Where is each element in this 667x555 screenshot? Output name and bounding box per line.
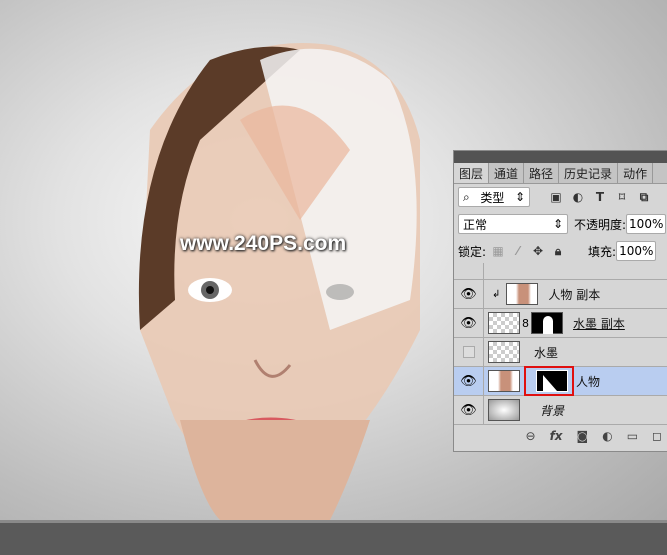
layer-mask-thumbnail[interactable]: [531, 312, 563, 334]
status-bar: [0, 520, 667, 555]
layer-name[interactable]: 水墨 副本: [573, 315, 625, 332]
tab-channels[interactable]: 通道: [489, 163, 525, 183]
layer-row[interactable]: 👁︎ 背景: [454, 396, 667, 425]
tab-actions[interactable]: 动作: [618, 163, 654, 183]
layer-row-selected[interactable]: 👁︎ 人物: [454, 366, 667, 396]
eye-icon[interactable]: 👁︎: [454, 367, 484, 395]
layer-name[interactable]: 背景: [540, 402, 564, 419]
eye-icon[interactable]: 👁︎: [454, 309, 484, 337]
layer-name[interactable]: 水墨: [534, 344, 558, 361]
layer-row-partial[interactable]: [454, 263, 667, 280]
adjustment-filter-icon[interactable]: ◐: [570, 190, 586, 204]
layers-panel: 图层 通道 路径 历史记录 动作 ⌕ 类型 ⇕ ▣ ◐ T ⌑ ⧉ 正常 ⇕ 不透明…: [453, 150, 667, 452]
layer-row[interactable]: 👁︎ 8 水墨 副本: [454, 309, 667, 338]
panel-tabs: 图层 通道 路径 历史记录 动作: [454, 163, 667, 184]
opacity-label: 不透明度:: [574, 217, 627, 232]
lock-transparent-icon[interactable]: ▦: [490, 244, 506, 258]
smart-object-filter-icon[interactable]: ⧉: [636, 190, 652, 205]
adjustment-icon[interactable]: ◐: [602, 429, 612, 443]
blend-mode-value: 正常: [463, 217, 488, 232]
layers-footer: ⊖ fx ◙ ◐ ▭ ◻: [454, 425, 667, 447]
watermark: www.240PS.com: [180, 232, 347, 255]
lock-all-icon[interactable]: 🔒︎: [550, 244, 566, 259]
blend-mode-select[interactable]: 正常 ⇕: [458, 214, 568, 234]
tab-paths[interactable]: 路径: [524, 163, 560, 183]
filter-type-select[interactable]: ⌕ 类型 ⇕: [458, 187, 530, 207]
layer-thumbnail: [506, 283, 539, 305]
lock-position-icon[interactable]: ✥: [530, 244, 546, 258]
lock-pixels-icon[interactable]: ⁄: [510, 244, 526, 258]
layer-thumbnail: [488, 399, 520, 421]
tab-history[interactable]: 历史记录: [559, 163, 619, 183]
clip-arrow-icon: ↲: [492, 288, 501, 300]
add-mask-icon[interactable]: ◙: [577, 429, 589, 443]
image-filter-icon[interactable]: ▣: [548, 190, 564, 204]
tab-layers[interactable]: 图层: [454, 163, 490, 183]
group-icon[interactable]: ▭: [627, 429, 638, 443]
layer-name[interactable]: 人物 副本: [548, 286, 600, 303]
layer-mask-thumbnail[interactable]: [536, 370, 568, 392]
fx-icon[interactable]: fx: [550, 429, 563, 443]
layer-thumbnail: [488, 312, 520, 334]
layer-name[interactable]: 人物: [576, 373, 600, 390]
layer-thumbnail: [488, 370, 520, 392]
type-filter-icon[interactable]: T: [592, 190, 608, 204]
layer-row[interactable]: 水墨: [454, 338, 667, 367]
lock-label: 锁定:: [458, 244, 487, 259]
link-icon[interactable]: ⊖: [526, 429, 536, 443]
eye-icon[interactable]: 👁︎: [454, 280, 484, 308]
layer-row[interactable]: 👁︎ ↲ 人物 副本: [454, 280, 667, 309]
chain-link-icon[interactable]: 8: [522, 317, 529, 330]
fill-input[interactable]: 100%: [616, 241, 657, 261]
fill-label: 填充:: [588, 244, 617, 259]
highlight-box: [524, 366, 574, 396]
layer-thumbnail: [488, 341, 520, 363]
shape-filter-icon[interactable]: ⌑: [614, 190, 630, 204]
visibility-toggle-off[interactable]: [454, 338, 484, 366]
new-layer-icon[interactable]: ◻: [652, 429, 662, 443]
eye-icon[interactable]: 👁︎: [454, 396, 484, 424]
search-icon: ⌕: [463, 189, 470, 204]
opacity-input[interactable]: 100%: [626, 214, 667, 234]
filter-type-label: 类型: [480, 190, 505, 205]
